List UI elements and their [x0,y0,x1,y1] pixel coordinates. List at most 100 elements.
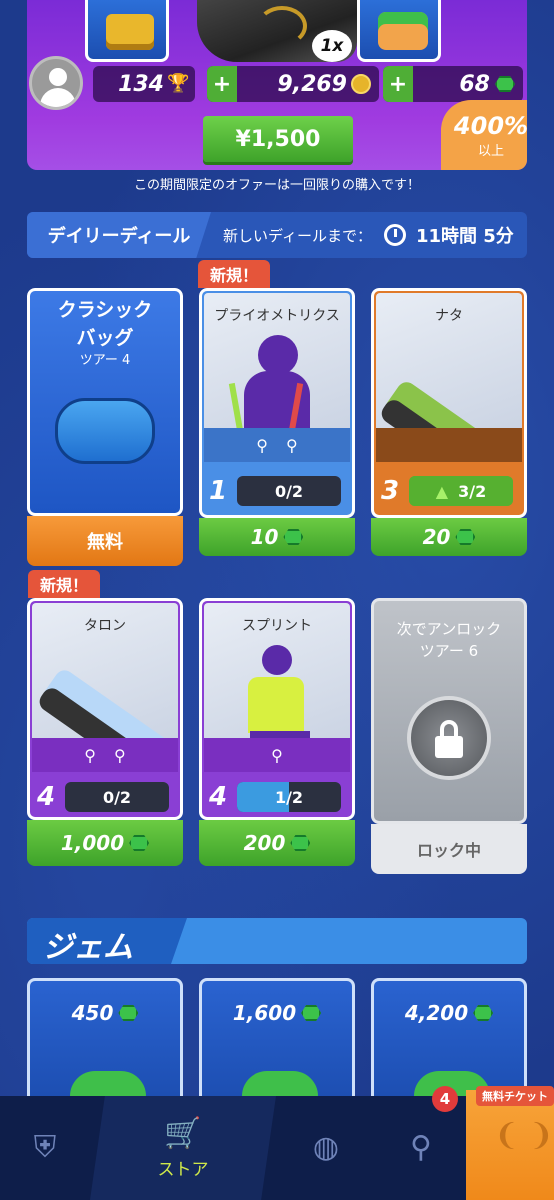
notification-badge: 4 [432,1086,458,1112]
nav-club[interactable]: ⛨ [0,1096,90,1200]
gem-counter: + 68 [383,66,523,102]
offer-price-button[interactable]: ¥1,500 [203,116,353,162]
bonus-percent: 400% [453,111,527,140]
tennis-ball-icon: ◍ [312,1130,340,1165]
skill-icons: ⚲ ⚲ [204,428,350,462]
card-title: クラシック [57,299,153,321]
gem-icon [473,1005,494,1021]
locked-label: ロック中 [371,824,527,874]
gem-icon [455,529,476,545]
gem-bucket-item [357,0,441,62]
gem-icon [283,529,304,545]
deal-card-nata[interactable]: ナタ 3 ▲ 3/2 20 [371,288,527,568]
deal-card-classic-bag[interactable]: クラシック バッグ ツアー 4 無料 [27,288,183,568]
gem-icon [118,1005,139,1021]
card-price: 20 [422,525,451,549]
unlock-label: 次でアンロック [396,620,502,638]
nav-rackets[interactable]: ⚲ [376,1096,466,1200]
sprint-art: スプリント [204,603,350,753]
gems-section-title: ジェム [43,930,133,964]
lock-icon [407,696,491,780]
deal-card-sprint[interactable]: スプリント ⚲ 4 1/2 200 [199,598,355,868]
card-tier: ツアー 4 [79,353,131,368]
trophy-count: 134 [118,71,164,97]
gem-pack-small[interactable]: 450 [27,978,183,1108]
level-row: 3 ▲ 3/2 [381,476,513,506]
deal-card-plyometrics[interactable]: プライオメトリクス ⚲ ⚲ 1 0/2 10 [199,288,355,568]
card-level: 1 [209,476,228,506]
bonus-tag: 400% 以上 [441,100,527,170]
trophy-icon: 🏆 [167,73,190,94]
card-level: 3 [381,476,400,506]
gem-icon [129,835,150,851]
skill-icons: ⚲ [204,738,350,772]
avatar[interactable] [29,56,83,110]
gem-icon [495,76,515,92]
card-price-button[interactable]: 10 [199,518,355,556]
nav-play[interactable]: ◍ [276,1096,376,1200]
level-row: 4 1/2 [209,782,341,812]
card-price: 200 [243,831,286,855]
skill-icons [376,428,522,462]
deal-card-locked: 次でアンロック ツアー 6 ロック中 [371,598,527,876]
cart-icon: 🛒 [164,1115,202,1151]
skill-icons: ⚲ ⚲ [32,738,178,772]
card-title: スプリント [242,618,312,634]
free-ticket-label: 無料チケット [476,1086,554,1106]
coin-count: 9,269 [277,71,347,97]
new-tag: 新規！ [28,570,101,598]
add-coins-button[interactable]: + [207,66,237,102]
coin-counter: + 9,269 [207,66,379,102]
multiplier-badge: 1x [312,30,352,62]
gem-count: 68 [459,71,490,97]
gem-pack-amount: 450 [71,1001,114,1025]
new-tag: 新規！ [198,260,271,288]
card-price: 10 [250,525,279,549]
level-row: 4 0/2 [37,782,169,812]
nata-art: ナタ [376,293,522,443]
gem-pack-medium[interactable]: 1,600 [199,978,355,1108]
card-progress: 0/2 [65,782,169,812]
card-title: プライオメトリクス [214,308,340,324]
gem-icon [301,1005,322,1021]
card-price-button[interactable]: 無料 [27,516,183,566]
card-title: タロン [84,618,126,634]
card-level: 4 [37,782,56,812]
clock-icon [383,224,406,246]
nav-store[interactable]: 🛒 ストア [90,1096,276,1200]
gem-pack-amount: 1,600 [232,1001,297,1025]
level-row: 1 0/2 [209,476,341,506]
unlock-tier: ツアー 6 [419,642,479,660]
talon-art: タロン [32,603,178,753]
upgrade-arrow-icon: ▲ [435,481,449,501]
gems-section-header: ジェム [27,918,527,964]
offer-banner[interactable]: 1x 134 🏆 + 9,269 + 68 ¥1,500 400% 以上 [27,0,527,170]
card-title-line2: バッグ [76,327,134,349]
add-gems-button[interactable]: + [383,66,413,102]
card-progress: 1/2 [237,782,341,812]
daily-deals-header: デイリーディール 新しいディールまで： 11時間 5分 [27,212,527,258]
deal-card-talon[interactable]: タロン ⚲ ⚲ 4 0/2 1,000 [27,598,183,868]
card-price: 1,000 [60,831,125,855]
progress-text: 0/2 [274,481,304,501]
coin-icon [351,74,371,94]
laurel-icon: ❨ ❩ [494,1118,554,1153]
next-deal-label: 新しいディールまで： [223,226,372,245]
bonus-sub: 以上 [477,143,504,159]
progress-text: 0/2 [102,787,132,807]
card-progress: 0/2 [237,476,341,506]
plyometrics-art: プライオメトリクス [204,293,350,443]
gem-icon [290,835,311,851]
card-title: ナタ [435,308,463,324]
card-price-button[interactable]: 200 [199,820,355,866]
card-level: 4 [209,782,228,812]
card-price-button[interactable]: 1,000 [27,820,183,866]
bag-icon [55,398,155,464]
shield-icon: ⛨ [33,1130,57,1165]
card-price-button[interactable]: 20 [371,518,527,556]
progress-text: 3/2 [458,481,487,501]
next-deal-timer: 11時間 5分 [415,226,514,247]
offer-note: この期間限定のオファーは一回限りの購入です！ [133,178,420,193]
daily-deals-title: デイリーディール [27,212,211,258]
nav-store-label: ストア [157,1159,209,1180]
